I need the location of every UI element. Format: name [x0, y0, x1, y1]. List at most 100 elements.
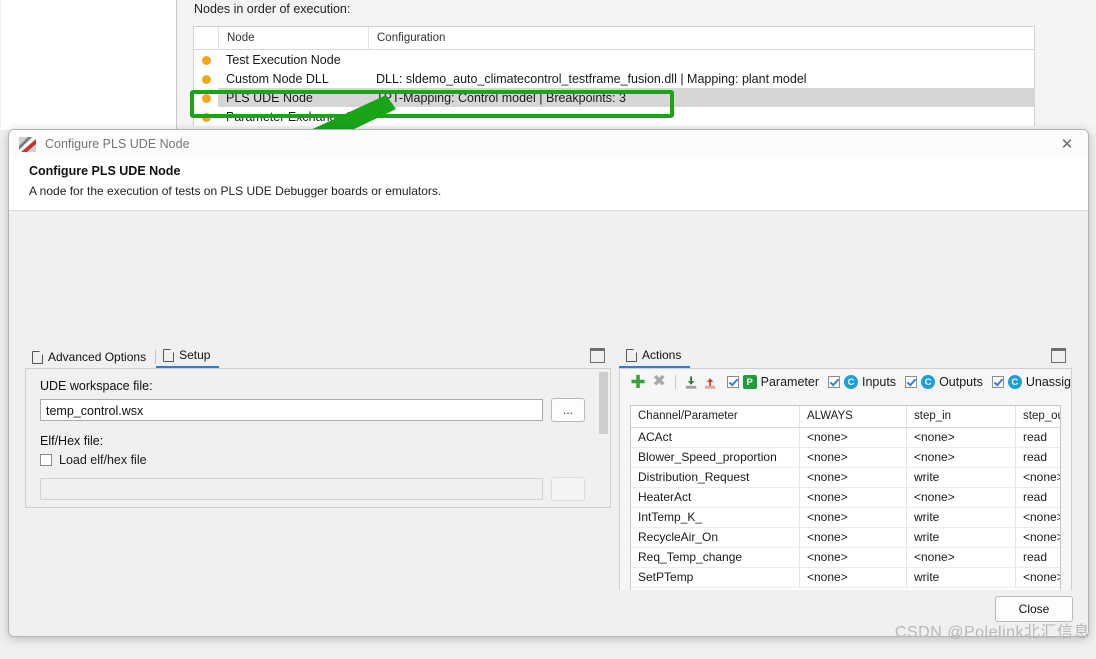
- action-step-out[interactable]: <none>: [1016, 568, 1060, 587]
- dialog-heading: Configure PLS UDE Node: [29, 164, 181, 178]
- outputs-checkbox[interactable]: [905, 376, 918, 388]
- action-step-out[interactable]: read: [1016, 548, 1060, 567]
- status-dot-icon: [194, 91, 218, 105]
- table-row[interactable]: HeaterAct <none> <none> read: [631, 488, 1060, 508]
- nodes-table: Node Configuration Test Execution Node C…: [193, 26, 1035, 126]
- action-always[interactable]: <none>: [800, 428, 907, 447]
- watermark: CSDN @Polelink北汇信息: [895, 618, 1090, 642]
- action-step-in[interactable]: <none>: [907, 488, 1016, 507]
- action-always[interactable]: <none>: [800, 488, 907, 507]
- tab-label: Setup: [179, 348, 211, 362]
- elf-hex-label: Elf/Hex file:: [40, 434, 104, 448]
- parameter-checkbox[interactable]: [726, 376, 739, 388]
- action-step-out[interactable]: read: [1016, 448, 1060, 467]
- action-channel: RecycleAir_On: [631, 528, 800, 547]
- app-logo-icon: [19, 136, 36, 152]
- watermark-suffix: 北汇信息: [1023, 622, 1090, 641]
- filter-label: Inputs: [862, 375, 897, 389]
- node-name: PLS UDE Node: [218, 90, 368, 105]
- action-channel: HeaterAct: [631, 488, 800, 507]
- tab-advanced-options[interactable]: Advanced Options: [25, 346, 155, 368]
- col-channel-parameter: Channel/Parameter: [631, 406, 800, 427]
- action-step-in[interactable]: <none>: [907, 428, 1016, 447]
- table-row[interactable]: Test Execution Node: [194, 50, 1034, 69]
- table-row[interactable]: Custom Node DLL DLL: sldemo_auto_climate…: [194, 69, 1034, 88]
- table-row[interactable]: RecycleAir_On <none> write <none>: [631, 528, 1060, 548]
- actions-toolbar: ✚ ✖ P Parameter C Inputs C Outputs C Una…: [620, 369, 1071, 395]
- filter-parameter[interactable]: P Parameter: [726, 375, 819, 389]
- delete-action-icon: ✖: [652, 373, 666, 390]
- filter-inputs[interactable]: C Inputs: [828, 375, 896, 389]
- action-step-out[interactable]: read: [1016, 488, 1060, 507]
- node-name: Parameter Exchange N...: [226, 109, 367, 124]
- outputs-badge-icon: C: [921, 375, 936, 389]
- ude-workspace-browse-button[interactable]: ...: [551, 398, 585, 422]
- action-step-out[interactable]: <none>: [1016, 508, 1060, 527]
- nodes-table-header: Node Configuration: [194, 27, 1034, 50]
- unassigned-checkbox[interactable]: [991, 376, 1004, 388]
- load-elf-hex-checkbox-row[interactable]: Load elf/hex file: [40, 453, 598, 467]
- action-always[interactable]: <none>: [800, 548, 907, 567]
- table-row-selected[interactable]: PLS UDE Node TPT-Mapping: Control model …: [194, 88, 1034, 107]
- maximize-panel-icon[interactable]: [1051, 348, 1066, 363]
- action-channel: ACAct: [631, 428, 800, 447]
- ude-workspace-input[interactable]: temp_control.wsx: [40, 399, 543, 421]
- col-always: ALWAYS: [800, 406, 907, 427]
- table-row[interactable]: Req_Temp_change <none> <none> read: [631, 548, 1060, 568]
- dialog-title: Configure PLS UDE Node: [45, 137, 190, 151]
- col-step-in: step_in: [907, 406, 1016, 427]
- export-icon[interactable]: [703, 375, 717, 390]
- table-row[interactable]: Blower_Speed_proportion <none> <none> re…: [631, 448, 1060, 468]
- setup-vertical-scrollbar[interactable]: [598, 370, 609, 506]
- dialog-subheading: A node for the execution of tests on PLS…: [29, 184, 442, 198]
- table-row[interactable]: Distribution_Request <none> write <none>: [631, 468, 1060, 488]
- action-step-in[interactable]: write: [907, 528, 1016, 547]
- elf-hex-input[interactable]: [40, 478, 543, 500]
- action-step-in[interactable]: <none>: [907, 448, 1016, 467]
- inputs-checkbox[interactable]: [828, 376, 840, 388]
- action-step-out[interactable]: <none>: [1016, 528, 1060, 547]
- elf-hex-browse-button[interactable]: [551, 477, 585, 501]
- actions-grid: Channel/Parameter ALWAYS step_in step_ou…: [630, 405, 1061, 619]
- action-step-in[interactable]: <none>: [907, 548, 1016, 567]
- dialog-body: Advanced Options Setup UDE workspace fil…: [9, 343, 1088, 636]
- grid-header: Channel/Parameter ALWAYS step_in step_ou…: [631, 406, 1060, 428]
- action-step-in[interactable]: write: [907, 568, 1016, 587]
- document-icon: [32, 350, 43, 364]
- background-left-panel: [1, 0, 177, 130]
- maximize-panel-icon[interactable]: [590, 348, 605, 363]
- tab-actions[interactable]: Actions: [619, 344, 691, 368]
- table-row[interactable]: ACAct <none> <none> read: [631, 428, 1060, 448]
- action-step-out[interactable]: <none>: [1016, 468, 1060, 487]
- action-always[interactable]: <none>: [800, 448, 907, 467]
- action-always[interactable]: <none>: [800, 528, 907, 547]
- action-step-in[interactable]: write: [907, 508, 1016, 527]
- action-channel: Blower_Speed_proportion: [631, 448, 800, 467]
- load-elf-hex-checkbox[interactable]: [40, 454, 52, 466]
- tab-label: Advanced Options: [48, 350, 147, 364]
- action-channel: Distribution_Request: [631, 468, 800, 487]
- col-step-out: step_out: [1023, 410, 1060, 422]
- unassigned-badge-icon: C: [1007, 375, 1022, 389]
- action-step-in[interactable]: write: [907, 468, 1016, 487]
- action-always[interactable]: <none>: [800, 568, 907, 587]
- close-icon[interactable]: ✕: [1050, 131, 1084, 157]
- watermark-prefix: CSDN @Polelink: [894, 624, 1024, 641]
- actions-tabstrip: Actions: [619, 345, 1072, 368]
- import-icon[interactable]: [684, 375, 698, 390]
- filter-outputs[interactable]: C Outputs: [905, 375, 983, 389]
- tab-setup[interactable]: Setup: [156, 344, 220, 368]
- filter-label: Outputs: [939, 375, 983, 389]
- table-row[interactable]: Parameter Exchange N...: [194, 107, 1034, 126]
- action-step-out[interactable]: read: [1016, 428, 1060, 447]
- action-always[interactable]: <none>: [800, 508, 907, 527]
- filter-unassigned[interactable]: C Unassig: [991, 375, 1071, 389]
- ude-workspace-row: temp_control.wsx ...: [40, 398, 598, 422]
- action-always[interactable]: <none>: [800, 468, 907, 487]
- nodes-col-status: [194, 27, 219, 49]
- inputs-badge-icon: C: [844, 375, 858, 389]
- table-row[interactable]: SetPTemp <none> write <none>: [631, 568, 1060, 588]
- setup-tabstrip: Advanced Options Setup: [25, 345, 611, 368]
- table-row[interactable]: IntTemp_K_ <none> write <none>: [631, 508, 1060, 528]
- add-action-icon[interactable]: ✚: [630, 373, 646, 391]
